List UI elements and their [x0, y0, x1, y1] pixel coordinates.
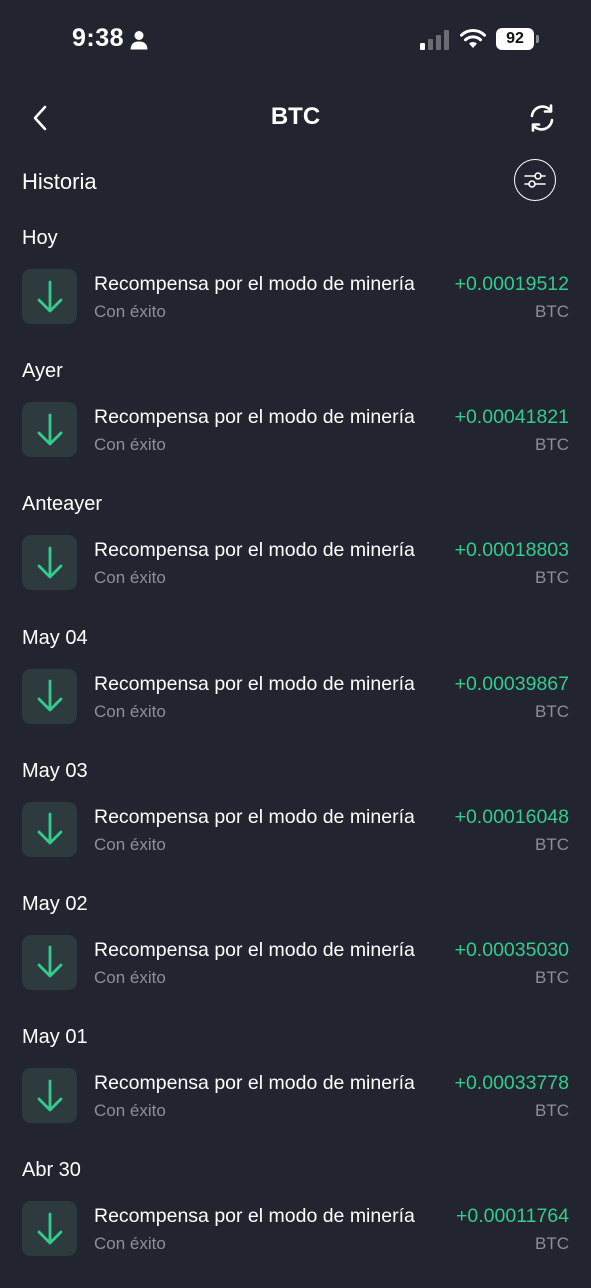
date-label: Abr 30	[22, 1159, 81, 1182]
date-label: May 01	[22, 1026, 88, 1049]
transaction-row[interactable]: Recompensa por el modo de minería Con éx…	[22, 269, 569, 325]
transaction-icon-tile	[22, 269, 77, 324]
refresh-icon	[530, 104, 554, 132]
transaction-title: Recompensa por el modo de minería	[94, 539, 415, 562]
arrow-down-icon	[37, 546, 62, 579]
day-group: May 03 Recompensa por el modo de minería…	[0, 755, 591, 888]
transaction-amount: +0.00011764	[456, 1205, 569, 1228]
arrow-down-icon	[37, 812, 62, 845]
transaction-amount: +0.00019512	[454, 273, 569, 295]
arrow-down-icon	[37, 679, 62, 712]
day-group: Hoy Recompensa por el modo de minería Co…	[0, 222, 591, 355]
status-time: 9:38	[72, 24, 148, 53]
transaction-row[interactable]: Recompensa por el modo de minería Con éx…	[22, 402, 569, 458]
battery-icon: 92	[496, 28, 534, 50]
transaction-currency: BTC	[535, 1234, 569, 1254]
transaction-amount: +0.00035030	[454, 938, 569, 961]
date-label: May 03	[22, 759, 88, 782]
status-bar: 9:38 92	[0, 0, 591, 80]
transaction-title: Recompensa por el modo de minería	[94, 1072, 415, 1095]
filter-button[interactable]	[514, 159, 556, 201]
transaction-amount: +0.00018803	[454, 539, 569, 562]
date-label: Anteayer	[22, 493, 103, 516]
wifi-icon	[460, 29, 486, 48]
transaction-row[interactable]: Recompensa por el modo de minería Con éx…	[22, 535, 569, 591]
section-title: Historia	[22, 169, 97, 194]
arrow-down-icon	[37, 946, 62, 978]
day-group: May 04 Recompensa por el modo de minería…	[0, 622, 591, 755]
transaction-status: Con éxito	[94, 435, 166, 455]
transaction-status: Con éxito	[94, 1101, 166, 1121]
transaction-icon-tile	[22, 1201, 77, 1257]
transaction-title: Recompensa por el modo de minería	[94, 1205, 415, 1228]
transaction-currency: BTC	[535, 1101, 569, 1121]
battery-cap	[536, 35, 539, 43]
transaction-currency: BTC	[535, 967, 569, 987]
transaction-icon-tile	[22, 934, 77, 990]
day-group: May 02 Recompensa por el modo de minería…	[0, 888, 591, 1021]
person-icon	[130, 30, 148, 49]
transaction-icon-tile	[22, 801, 77, 857]
date-label: Ayer	[22, 360, 63, 383]
transaction-amount: +0.00033778	[454, 1072, 569, 1095]
transaction-currency: BTC	[535, 834, 569, 854]
transaction-icon-tile	[22, 1068, 77, 1124]
transaction-currency: BTC	[535, 701, 569, 721]
transaction-icon-tile	[22, 402, 77, 458]
transaction-title: Recompensa por el modo de minería	[94, 938, 415, 961]
transaction-row[interactable]: Recompensa por el modo de minería Con éx…	[22, 934, 569, 991]
arrow-down-icon	[37, 1212, 62, 1245]
transaction-status: Con éxito	[94, 1234, 166, 1254]
transaction-status: Con éxito	[94, 701, 166, 721]
section-header: Historia	[0, 158, 591, 204]
transaction-status: Con éxito	[94, 967, 166, 987]
transaction-status: Con éxito	[94, 834, 166, 854]
transaction-icon-tile	[22, 535, 77, 591]
transaction-currency: BTC	[535, 568, 569, 588]
page-title: BTC	[270, 103, 321, 130]
transaction-currency: BTC	[535, 435, 569, 455]
day-group: Ayer Recompensa por el modo de minería C…	[0, 355, 591, 488]
transaction-title: Recompensa por el modo de minería	[94, 805, 415, 828]
nav-bar: BTC	[0, 90, 591, 146]
day-group: Abr 30 Recompensa por el modo de minería…	[0, 1154, 591, 1287]
transaction-title: Recompensa por el modo de minería	[94, 406, 415, 429]
transaction-amount: +0.00039867	[454, 672, 569, 695]
transaction-row[interactable]: Recompensa por el modo de minería Con éx…	[22, 1068, 569, 1124]
arrow-down-icon	[37, 413, 62, 446]
transaction-currency: BTC	[535, 302, 569, 321]
transaction-row[interactable]: Recompensa por el modo de minería Con éx…	[22, 668, 569, 725]
date-label: Hoy	[22, 227, 58, 249]
transaction-amount: +0.00041821	[454, 406, 569, 429]
signal-icon	[420, 30, 449, 50]
time-text: 9:38	[72, 24, 125, 52]
transaction-row[interactable]: Recompensa por el modo de minería Con éx…	[22, 1201, 569, 1257]
date-label: May 04	[22, 626, 88, 649]
history-list: Hoy Recompensa por el modo de minería Co…	[0, 222, 591, 1288]
transaction-row[interactable]: Recompensa por el modo de minería Con éx…	[22, 801, 569, 858]
transaction-status: Con éxito	[94, 568, 166, 588]
battery-level: 92	[506, 30, 524, 47]
arrow-down-icon	[37, 1079, 62, 1112]
transaction-amount: +0.00016048	[454, 805, 569, 828]
transaction-status: Con éxito	[94, 302, 166, 321]
day-group: Anteayer Recompensa por el modo de miner…	[0, 488, 591, 621]
arrow-down-icon	[37, 280, 62, 312]
date-label: May 02	[22, 892, 88, 915]
transaction-icon-tile	[22, 668, 77, 724]
day-group: May 01 Recompensa por el modo de minería…	[0, 1021, 591, 1154]
transaction-title: Recompensa por el modo de minería	[94, 273, 415, 295]
sliders-icon	[524, 172, 546, 188]
refresh-button[interactable]	[522, 98, 562, 138]
transaction-title: Recompensa por el modo de minería	[94, 672, 415, 695]
